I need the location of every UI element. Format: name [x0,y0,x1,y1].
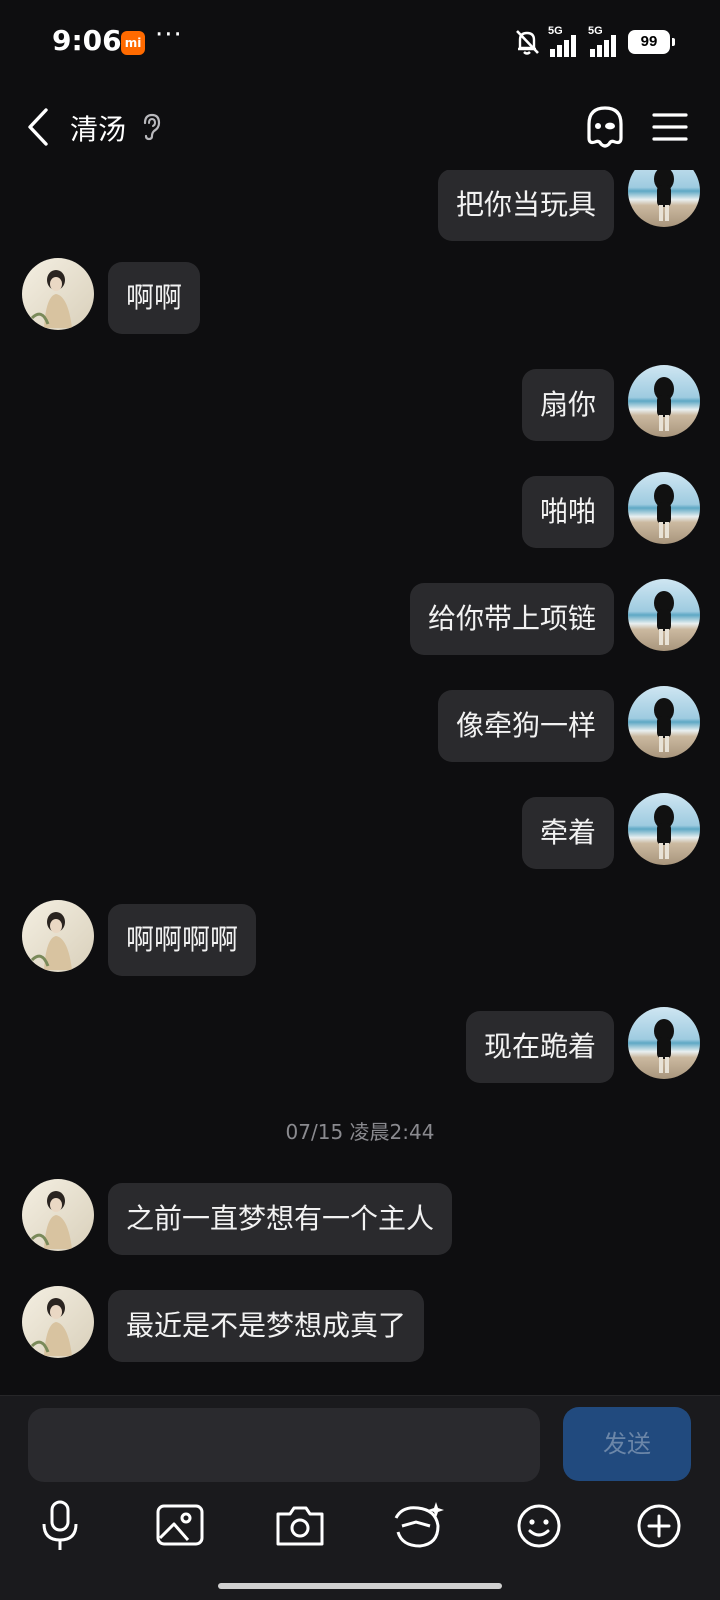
contact-name[interactable]: 清汤 [70,108,126,148]
plus-icon[interactable] [629,1496,689,1556]
my-avatar[interactable] [628,170,700,227]
my-avatar[interactable] [628,365,700,437]
ghost-button[interactable] [583,104,627,150]
message-bubble[interactable]: 扇你 [521,369,614,441]
chat-header: 清汤 [0,84,720,170]
camera-icon[interactable] [270,1496,330,1556]
battery-indicator: 99 [628,30,675,54]
message-bubble[interactable]: 把你当玩具 [437,170,614,241]
message-bubble[interactable]: 像牵狗一样 [437,690,614,762]
contact-avatar[interactable] [22,900,94,972]
chat-message-list[interactable]: 把你当玩具 啊啊 扇你 啪啪 给你带上项链 像牵狗一样 牵着 啊啊啊啊 现在跪着… [0,170,720,1395]
message-bubble[interactable]: 之前一直梦想有一个主人 [108,1183,453,1255]
microphone-icon[interactable] [30,1496,90,1556]
image-icon[interactable] [150,1496,210,1556]
signal-1: 5G [548,25,580,57]
message-timestamp: 07/15 凌晨2:44 [285,1120,435,1144]
composer-toolbar [0,1496,720,1566]
back-button[interactable] [20,104,60,150]
my-avatar[interactable] [628,793,700,865]
message-bubble[interactable]: 啪啪 [521,476,614,548]
signal-bars-icon [550,35,576,57]
message-bubble[interactable]: 给你带上项链 [409,583,614,655]
ghost-icon [587,106,623,148]
home-indicator[interactable] [218,1583,502,1589]
contact-avatar[interactable] [22,1286,94,1358]
sticker-icon[interactable] [388,1496,448,1556]
ear-icon[interactable] [140,112,162,142]
message-composer: 发送 [0,1395,720,1600]
status-time: 9:06 [52,24,122,57]
contact-avatar[interactable] [22,258,94,330]
signal-2: 5G [588,25,620,57]
my-avatar[interactable] [628,579,700,651]
my-avatar[interactable] [628,1007,700,1079]
status-bar: 9:06 mi ··· 5G 5G 99 [0,0,720,84]
message-bubble[interactable]: 现在跪着 [465,1011,614,1083]
my-avatar[interactable] [628,472,700,544]
status-indicators: 5G 5G 99 [514,25,675,58]
message-bubble[interactable]: 牵着 [521,797,614,869]
my-avatar[interactable] [628,686,700,758]
mute-bell-icon [516,30,539,55]
emoji-icon[interactable] [509,1496,569,1556]
more-notifications-icon: ··· [155,20,183,50]
menu-button[interactable] [648,106,692,148]
send-button[interactable]: 发送 [563,1407,691,1481]
menu-icon [652,113,688,141]
message-bubble[interactable]: 啊啊 [108,262,201,334]
contact-avatar[interactable] [22,1179,94,1251]
mi-app-icon: mi [121,31,145,55]
message-input[interactable] [28,1408,540,1482]
message-bubble[interactable]: 最近是不是梦想成真了 [108,1290,425,1362]
signal-bars-icon [590,35,616,57]
message-bubble[interactable]: 啊啊啊啊 [108,904,257,976]
back-icon [28,108,48,146]
